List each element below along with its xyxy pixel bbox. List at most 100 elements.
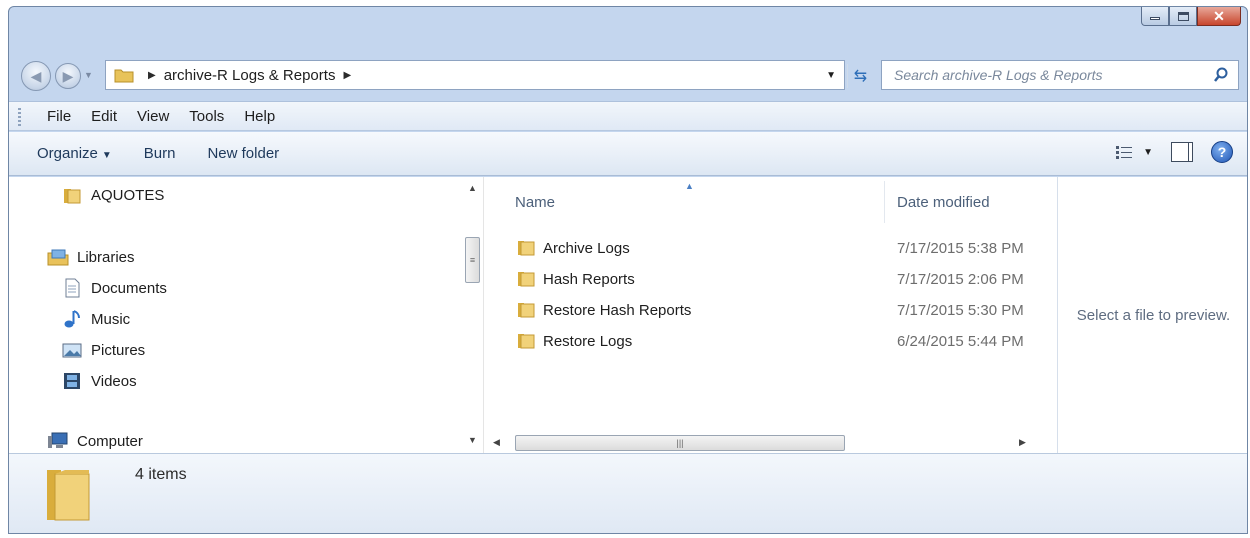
change-view-button[interactable]: ▼	[1115, 144, 1153, 160]
folder-icon	[47, 470, 90, 521]
nav-item-documents[interactable]: Documents	[61, 278, 167, 298]
forward-arrow-icon: ▶	[62, 67, 74, 84]
nav-label: Pictures	[91, 341, 146, 359]
maximize-icon	[1177, 11, 1189, 21]
nav-item-videos[interactable]: Videos	[61, 371, 137, 391]
file-row[interactable]: Archive Logs 7/17/2015 5:38 PM	[485, 233, 1057, 263]
file-name: Restore Logs	[543, 332, 633, 350]
column-header-name[interactable]: Name ▲	[485, 181, 885, 223]
burn-button[interactable]: Burn	[144, 145, 176, 162]
folder-icon	[518, 334, 535, 349]
nav-vertical-scrollbar[interactable]: ▲ ≡ ▼	[462, 177, 484, 453]
address-bar[interactable]: ▶ archive-R Logs & Reports ▶ ▼	[105, 60, 845, 90]
file-date: 6/24/2015 5:44 PM	[897, 332, 1024, 350]
file-row[interactable]: Hash Reports 7/17/2015 2:06 PM	[485, 264, 1057, 294]
folder-icon	[518, 241, 535, 256]
file-date: 7/17/2015 5:38 PM	[897, 239, 1024, 257]
document-icon	[61, 278, 83, 298]
film-icon	[61, 371, 83, 391]
file-row[interactable]: Restore Logs 6/24/2015 5:44 PM	[485, 326, 1057, 356]
preview-message: Select a file to preview.	[1076, 306, 1231, 324]
file-date: 7/17/2015 5:30 PM	[897, 301, 1024, 319]
folder-icon	[518, 303, 535, 318]
menu-bar: File Edit View Tools Help	[9, 101, 1247, 131]
refresh-icon: ⇆	[853, 68, 868, 85]
address-dropdown-icon[interactable]: ▼	[826, 70, 836, 81]
scroll-right-icon[interactable]: ▶	[1019, 437, 1026, 448]
preview-pane: Select a file to preview.	[1057, 177, 1247, 453]
folder-icon	[61, 185, 83, 205]
column-name-label: Name	[515, 193, 556, 211]
scroll-thumb[interactable]: ≡	[465, 237, 480, 283]
window-controls: ✕	[1141, 7, 1241, 27]
file-list: Name ▲ Date modified Archive Logs 7/17/2…	[485, 177, 1057, 453]
details-view-icon	[1116, 146, 1133, 159]
nav-item-libraries[interactable]: Libraries	[47, 247, 135, 267]
column-date-label: Date modified	[897, 193, 990, 211]
refresh-button[interactable]: ⇆	[847, 64, 873, 88]
sort-ascending-icon: ▲	[685, 181, 694, 191]
menu-view[interactable]: View	[127, 108, 179, 125]
search-input[interactable]	[894, 62, 1210, 88]
scroll-thumb[interactable]: |||	[515, 435, 845, 451]
maximize-button[interactable]	[1169, 7, 1197, 26]
organize-label: Organize	[37, 145, 98, 162]
nav-item-music[interactable]: Music	[61, 309, 130, 329]
menu-file[interactable]: File	[37, 108, 81, 125]
organize-button[interactable]: Organize ▼	[37, 145, 112, 162]
nav-label: AQUOTES	[91, 186, 165, 204]
chevron-down-icon: ▼	[1143, 146, 1153, 158]
details-pane: 4 items	[9, 453, 1247, 533]
back-arrow-icon: ◀	[30, 67, 42, 84]
breadcrumb-chevron-icon[interactable]: ▶	[343, 70, 351, 81]
file-date: 7/17/2015 2:06 PM	[897, 270, 1024, 288]
computer-icon	[47, 431, 69, 451]
scroll-left-icon[interactable]: ◀	[493, 437, 500, 448]
nav-item-pictures[interactable]: Pictures	[61, 340, 145, 360]
menu-edit[interactable]: Edit	[81, 108, 127, 125]
menu-grip	[18, 108, 21, 126]
search-box[interactable]	[881, 60, 1239, 90]
help-icon[interactable]: ?	[1211, 141, 1233, 163]
file-horizontal-scrollbar[interactable]: ◀ ||| ▶	[485, 433, 1057, 453]
breadcrumb-item[interactable]: archive-R Logs & Reports	[164, 67, 336, 84]
file-name: Hash Reports	[543, 270, 635, 288]
minimize-button[interactable]	[1141, 7, 1169, 26]
breadcrumb-chevron-icon[interactable]: ▶	[148, 70, 156, 81]
preview-pane-toggle[interactable]	[1171, 142, 1193, 162]
chevron-down-icon: ▼	[101, 150, 112, 161]
back-button[interactable]: ◀	[21, 61, 51, 91]
minimize-icon	[1150, 17, 1160, 20]
forward-button[interactable]: ▶	[55, 63, 81, 89]
explorer-window: ✕ ◀ ▶ ▼ ▶ archive-R Logs & Reports ▶ ▼ ⇆…	[8, 6, 1248, 534]
pictures-icon	[61, 340, 83, 360]
close-icon: ✕	[1213, 8, 1225, 24]
file-row[interactable]: Restore Hash Reports 7/17/2015 5:30 PM	[485, 295, 1057, 325]
libraries-icon	[47, 247, 69, 267]
item-count: 4 items	[135, 466, 187, 483]
recent-pages-dropdown[interactable]: ▼	[84, 70, 93, 80]
scroll-up-icon[interactable]: ▲	[468, 183, 477, 193]
nav-label: Libraries	[77, 248, 135, 266]
file-name: Restore Hash Reports	[543, 301, 692, 319]
column-header-date[interactable]: Date modified	[885, 181, 1057, 223]
nav-label: Videos	[91, 372, 137, 390]
nav-item-aquotes[interactable]: AQUOTES	[61, 185, 164, 205]
music-note-icon	[61, 309, 83, 329]
scroll-down-icon[interactable]: ▼	[468, 435, 477, 445]
close-button[interactable]: ✕	[1197, 7, 1241, 26]
nav-item-computer[interactable]: Computer	[47, 431, 143, 451]
new-folder-button[interactable]: New folder	[207, 145, 279, 162]
command-bar: Organize ▼ Burn New folder ▼ ?	[9, 132, 1247, 176]
content-area: AQUOTES Libraries Documents Music Pictur…	[9, 177, 1247, 453]
command-bar-right: ▼ ?	[1115, 141, 1233, 163]
nav-label: Music	[91, 310, 131, 328]
address-row: ◀ ▶ ▼ ▶ archive-R Logs & Reports ▶ ▼ ⇆	[9, 57, 1247, 95]
folder-icon	[114, 69, 134, 83]
folder-icon	[518, 272, 535, 287]
menu-help[interactable]: Help	[234, 108, 285, 125]
search-icon[interactable]	[1210, 67, 1232, 83]
menu-tools[interactable]: Tools	[179, 108, 234, 125]
nav-label: Documents	[91, 279, 167, 297]
navigation-pane: AQUOTES Libraries Documents Music Pictur…	[9, 177, 462, 453]
